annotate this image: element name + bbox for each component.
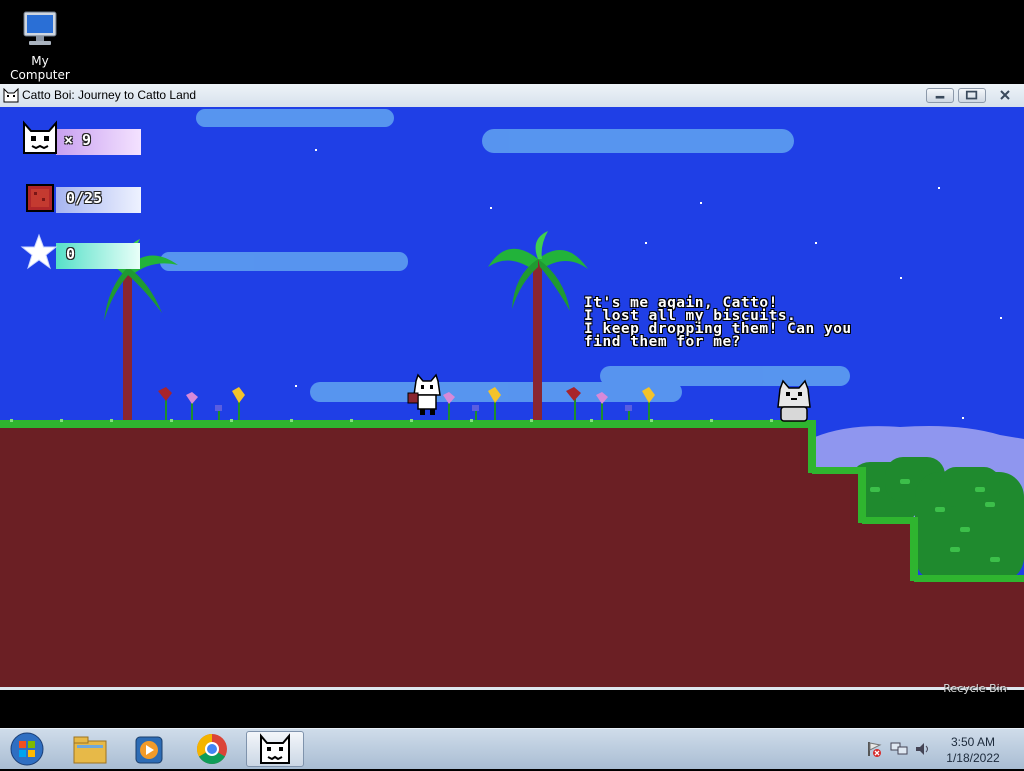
catto-game-icon bbox=[260, 733, 290, 764]
action-center-flag-icon[interactable] bbox=[866, 741, 882, 761]
media-player-icon[interactable] bbox=[124, 731, 176, 767]
flower-red bbox=[566, 387, 581, 423]
lives-count: × 9 bbox=[64, 131, 92, 149]
dialogue-line: find them for me? bbox=[584, 334, 741, 350]
player-catto-boi bbox=[407, 373, 441, 415]
my-computer-label: My Computer bbox=[10, 54, 70, 82]
star-icon bbox=[20, 233, 58, 275]
catto-game-taskbar-button[interactable] bbox=[246, 731, 304, 767]
flower-yellow bbox=[642, 387, 655, 423]
cat-face-icon bbox=[22, 119, 58, 159]
recycle-bin-desktop-icon[interactable]: Recycle Bin bbox=[940, 682, 1010, 695]
star-count: 0 bbox=[66, 245, 76, 263]
network-icon[interactable] bbox=[890, 741, 908, 761]
taskbar: 3:50 AM 1/18/2022 bbox=[0, 728, 1024, 769]
game-window: Catto Boi: Journey to Catto Land × 9 0/2… bbox=[0, 84, 1024, 690]
clock-time: 3:50 AM bbox=[950, 735, 996, 749]
recycle-bin-label: Recycle Bin bbox=[943, 682, 1007, 695]
biscuit-count: 0/25 bbox=[66, 189, 103, 207]
clock-date: 1/18/2022 bbox=[946, 751, 1000, 765]
volume-icon[interactable] bbox=[914, 741, 932, 761]
flower-red bbox=[158, 387, 172, 423]
start-button[interactable] bbox=[4, 731, 56, 767]
close-button[interactable] bbox=[990, 88, 1020, 103]
flower-pink bbox=[186, 392, 198, 423]
file-explorer-icon[interactable] bbox=[64, 731, 116, 767]
my-computer-desktop-icon[interactable]: My Computer bbox=[0, 8, 80, 82]
window-titlebar[interactable]: Catto Boi: Journey to Catto Land bbox=[0, 84, 1024, 108]
minimize-button[interactable] bbox=[926, 88, 954, 103]
flower-pink bbox=[443, 392, 455, 423]
taskbar-clock[interactable]: 3:50 AM 1/18/2022 bbox=[936, 734, 1010, 766]
game-scene bbox=[0, 109, 1024, 687]
flower-yellow bbox=[488, 387, 501, 423]
computer-icon bbox=[18, 10, 62, 50]
game-viewport[interactable]: × 9 0/25 0 It's me again, Catto! I lost … bbox=[0, 107, 1024, 687]
catto-app-icon bbox=[3, 87, 19, 103]
biscuit-icon bbox=[26, 184, 54, 216]
window-title: Catto Boi: Journey to Catto Land bbox=[22, 88, 197, 102]
chrome-icon[interactable] bbox=[186, 731, 238, 767]
maximize-button[interactable] bbox=[958, 88, 986, 103]
flower-pink bbox=[596, 392, 608, 423]
npc-dialogue: It's me again, Catto! I lost all my bisc… bbox=[584, 296, 1004, 350]
npc-cat bbox=[777, 379, 811, 422]
flower-yellow bbox=[232, 387, 245, 423]
